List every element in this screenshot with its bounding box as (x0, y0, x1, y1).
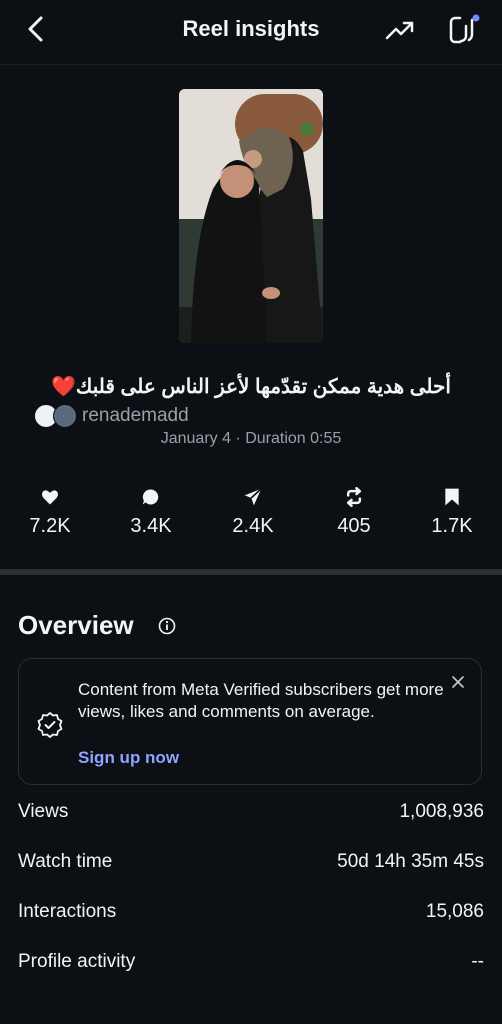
stat-shares: 2.4K (203, 487, 303, 538)
info-icon[interactable] (158, 617, 176, 635)
metric-value: 50d 14h 35m 45s (337, 851, 484, 872)
top-bar: Reel insights (0, 0, 502, 62)
stat-value: 2.4K (232, 515, 274, 537)
page-title: Reel insights (182, 16, 320, 41)
promo-text: Content from Meta Verified subscribers g… (78, 680, 444, 721)
metric-label: Profile activity (18, 951, 136, 972)
heart-icon (41, 490, 59, 505)
stat-saves: 1.7K (402, 487, 502, 538)
stat-value: 7.2K (29, 515, 71, 537)
stat-comments: 3.4K (101, 487, 201, 538)
bookmark-icon (445, 488, 459, 506)
close-icon[interactable] (450, 674, 466, 690)
repost-icon (346, 487, 362, 507)
stat-value: 1.7K (431, 515, 473, 537)
header-divider (0, 64, 502, 65)
metric-row-views[interactable]: Views 1,008,936 (18, 801, 484, 827)
stat-value: 3.4K (130, 515, 172, 537)
avatar (53, 404, 77, 428)
metric-label: Interactions (18, 901, 117, 922)
trending-icon[interactable] (384, 16, 416, 44)
section-title: Overview (18, 610, 134, 640)
avatar-group (34, 404, 78, 428)
metric-row-watch-time[interactable]: Watch time 50d 14h 35m 45s (18, 851, 484, 877)
metric-label: Views (18, 801, 69, 822)
comment-icon (142, 489, 159, 505)
edits-app-icon[interactable] (446, 12, 482, 48)
reel-caption: أحلى هدية ممكن تقدّمها لأعز الناس على قل… (51, 376, 451, 398)
reel-thumbnail[interactable] (179, 89, 323, 343)
stat-reposts: 405 (304, 487, 404, 538)
username[interactable]: renademadd (82, 405, 189, 427)
stat-value: 405 (337, 515, 371, 537)
sign-up-link[interactable]: Sign up now (78, 748, 179, 768)
metric-row-interactions[interactable]: Interactions 15,086 (18, 901, 484, 927)
metric-value: -- (471, 951, 484, 972)
back-icon[interactable] (22, 14, 52, 44)
metric-label: Watch time (18, 851, 113, 872)
share-icon (244, 488, 262, 506)
stats-row: 7.2K 3.4K 2.4K 405 1.7K (0, 487, 502, 547)
verified-badge-icon (37, 712, 63, 738)
metric-row-profile-activity[interactable]: Profile activity -- (18, 951, 484, 977)
metric-value: 1,008,936 (399, 801, 484, 822)
promo-card: Content from Meta Verified subscribers g… (18, 658, 482, 785)
author-row[interactable]: renademadd (34, 404, 189, 428)
reel-meta: January 4 · Duration 0:55 (160, 430, 342, 447)
stat-likes: 7.2K (0, 487, 100, 538)
section-divider (0, 569, 502, 575)
metric-value: 15,086 (425, 901, 484, 922)
